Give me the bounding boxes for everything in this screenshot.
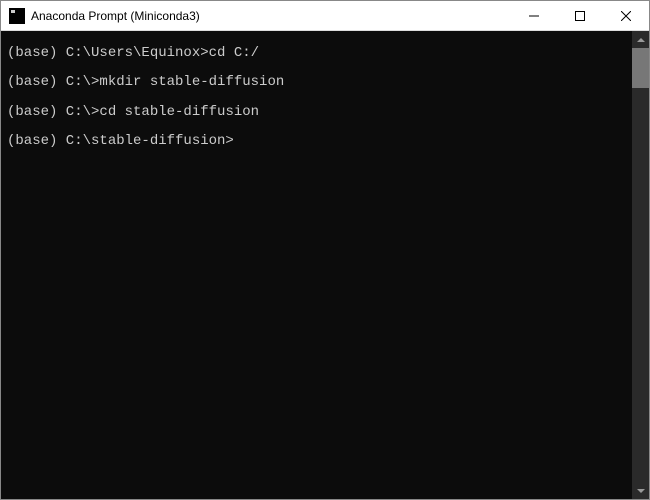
chevron-up-icon: [637, 38, 645, 42]
command-text: mkdir stable-diffusion: [99, 74, 284, 90]
prompt-text: (base) C:\>: [7, 104, 99, 120]
scrollbar-thumb[interactable]: [632, 48, 649, 88]
window-title: Anaconda Prompt (Miniconda3): [31, 9, 511, 23]
prompt-text: (base) C:\>: [7, 74, 99, 90]
prompt-text: (base) C:\Users\Equinox>: [7, 45, 209, 61]
terminal-line: (base) C:\>mkdir stable-diffusion: [7, 68, 626, 97]
vertical-scrollbar[interactable]: [632, 31, 649, 499]
command-text: cd C:/: [209, 45, 259, 61]
close-button[interactable]: [603, 1, 649, 30]
terminal-line: (base) C:\Users\Equinox>cd C:/: [7, 39, 626, 68]
terminal-output[interactable]: (base) C:\Users\Equinox>cd C:/(base) C:\…: [1, 31, 632, 499]
maximize-button[interactable]: [557, 1, 603, 30]
chevron-down-icon: [637, 489, 645, 493]
minimize-icon: [529, 11, 539, 21]
scroll-down-arrow[interactable]: [632, 482, 649, 499]
close-icon: [621, 11, 631, 21]
terminal-line: (base) C:\>cd stable-diffusion: [7, 98, 626, 127]
content-area: (base) C:\Users\Equinox>cd C:/(base) C:\…: [1, 31, 649, 499]
maximize-icon: [575, 11, 585, 21]
window-controls: [511, 1, 649, 30]
scroll-up-arrow[interactable]: [632, 31, 649, 48]
app-icon: [9, 8, 25, 24]
minimize-button[interactable]: [511, 1, 557, 30]
window-titlebar: Anaconda Prompt (Miniconda3): [1, 1, 649, 31]
prompt-text: (base) C:\stable-diffusion>: [7, 133, 234, 149]
command-text: cd stable-diffusion: [99, 104, 259, 120]
terminal-line: (base) C:\stable-diffusion>: [7, 127, 626, 156]
